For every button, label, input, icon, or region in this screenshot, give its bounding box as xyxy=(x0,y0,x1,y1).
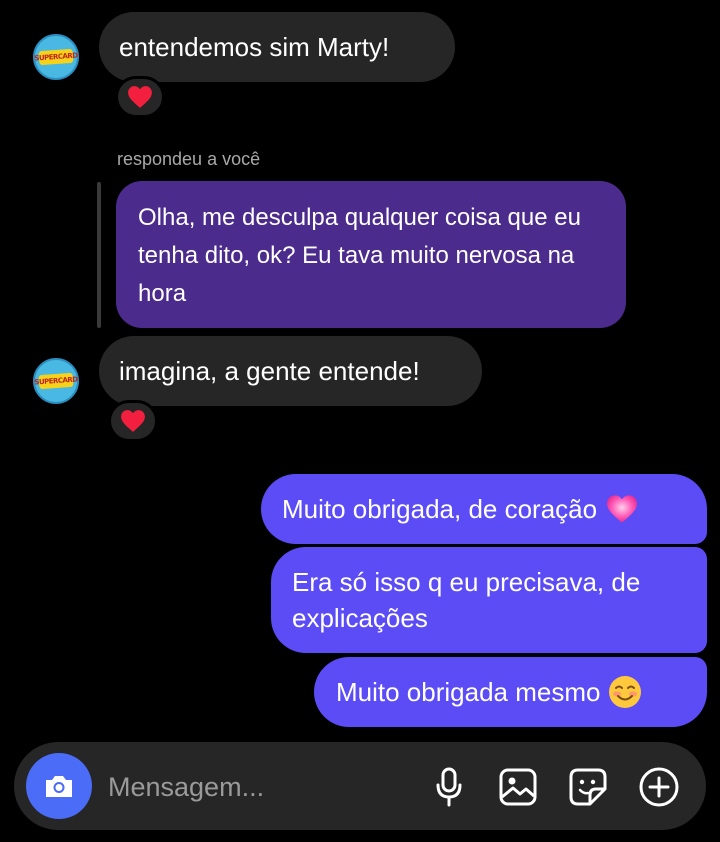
plus-icon xyxy=(639,767,679,807)
reply-message[interactable]: Olha, me desculpa qualquer coisa que eu … xyxy=(116,181,626,328)
outgoing-message[interactable]: Era só isso q eu precisava, de explicaçõ… xyxy=(271,547,707,653)
reaction-badge[interactable] xyxy=(115,76,165,118)
microphone-icon xyxy=(436,767,462,807)
avatar-logo: SUPERCARD xyxy=(34,48,78,66)
message-text: Muito obrigada, de coração xyxy=(282,494,598,524)
sticker-icon xyxy=(569,768,607,806)
reaction-badge[interactable] xyxy=(108,400,158,442)
sticker-button[interactable] xyxy=(566,765,610,809)
avatar-logo: SUPERCARD xyxy=(34,372,78,390)
growing-heart-emoji xyxy=(607,495,638,523)
smiling-face-emoji xyxy=(609,676,642,708)
heart-icon xyxy=(128,86,152,108)
message-text: entendemos sim Marty! xyxy=(119,32,390,62)
heart-icon xyxy=(121,410,145,432)
message-input[interactable] xyxy=(106,764,410,810)
more-button[interactable] xyxy=(637,765,681,809)
message-text: Muito obrigada mesmo xyxy=(336,677,601,707)
gallery-icon xyxy=(499,768,537,806)
avatar[interactable]: SUPERCARD xyxy=(33,358,79,404)
incoming-message[interactable]: imagina, a gente entende! xyxy=(99,336,482,406)
message-text: Olha, me desculpa qualquer coisa que eu … xyxy=(138,204,581,307)
microphone-button[interactable] xyxy=(427,765,471,809)
reply-quote-bar xyxy=(97,182,101,328)
gallery-button[interactable] xyxy=(496,765,540,809)
outgoing-message[interactable]: Muito obrigada mesmo xyxy=(314,657,707,727)
reply-label: respondeu a você xyxy=(117,149,261,169)
outgoing-message[interactable]: Muito obrigada, de coração xyxy=(261,474,707,544)
message-text: Era só isso q eu precisava, de explicaçõ… xyxy=(292,567,641,633)
incoming-message[interactable]: entendemos sim Marty! xyxy=(99,12,455,82)
message-text: imagina, a gente entende! xyxy=(119,356,420,386)
camera-icon xyxy=(46,776,72,797)
avatar[interactable]: SUPERCARD xyxy=(33,34,79,80)
camera-button[interactable] xyxy=(26,753,92,819)
